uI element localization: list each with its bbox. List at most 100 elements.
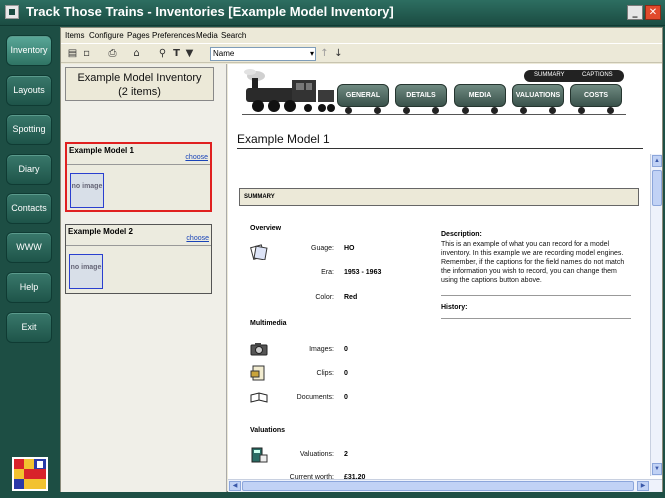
item-name: Example Model 1 — [69, 146, 134, 155]
list-item[interactable]: Example Model 2 choose no image — [65, 224, 212, 294]
divider — [66, 245, 211, 246]
home-icon[interactable]: ⌂ — [130, 47, 143, 60]
summary-captions-toggle[interactable]: SUMMARY CAPTIONS — [524, 70, 624, 82]
menu-bar: Items Configure Pages Preferences Media … — [61, 28, 662, 43]
tab-details[interactable]: DETAILS — [395, 84, 447, 107]
sort-asc-icon[interactable]: ↑ — [318, 47, 331, 60]
divider — [441, 295, 631, 296]
scroll-up-icon[interactable]: ▲ — [652, 155, 662, 167]
scroll-right-icon[interactable]: ▶ — [637, 481, 649, 491]
choose-link[interactable]: choose — [185, 154, 208, 161]
divider — [67, 164, 210, 165]
scroll-thumb[interactable] — [242, 481, 634, 491]
era-label: Era: — [321, 269, 334, 276]
detail-pane: SUMMARY CAPTIONS GENERAL DETAILS MEDIA V… — [228, 64, 662, 492]
color-value: Red — [344, 294, 358, 301]
menu-pages[interactable]: Pages — [127, 31, 150, 40]
menu-items[interactable]: Items — [65, 31, 85, 40]
nav-layouts-button[interactable]: Layouts — [6, 75, 52, 106]
scroll-down-icon[interactable]: ▼ — [652, 463, 662, 475]
main-frame: Items Configure Pages Preferences Media … — [60, 27, 663, 492]
sort-field-select[interactable]: Name ▾ — [210, 47, 316, 61]
valuations-value: 2 — [344, 451, 348, 458]
wheels-icon — [512, 107, 564, 114]
sort-field-value: Name — [213, 49, 235, 58]
images-value: 0 — [344, 346, 348, 353]
search-icon[interactable]: ⚲ — [156, 47, 169, 60]
tab-costs[interactable]: COSTS — [570, 84, 622, 107]
title-bar: Track Those Trains - Inventories [Exampl… — [0, 0, 665, 26]
wheels-icon — [395, 107, 447, 114]
item-name: Example Model 2 — [68, 227, 133, 236]
wheels-icon — [337, 107, 389, 114]
inventory-list-pane: Example Model Inventory (2 items) Exampl… — [61, 64, 227, 492]
overview-heading: Overview — [250, 225, 282, 232]
description-label: Description: — [441, 231, 482, 238]
nav-help-button[interactable]: Help — [6, 272, 52, 303]
wheels-icon — [570, 107, 622, 114]
list-item[interactable]: Example Model 1 choose no image — [65, 142, 212, 212]
nav-exit-button[interactable]: Exit — [6, 312, 52, 343]
tab-general[interactable]: GENERAL — [337, 84, 389, 107]
brand-logo-icon — [12, 457, 48, 491]
inventory-header: Example Model Inventory (2 items) — [65, 67, 214, 101]
multimedia-heading: Multimedia — [250, 320, 287, 327]
no-image-label: no image — [71, 183, 103, 190]
horizontal-scrollbar[interactable]: ◀ ▶ — [228, 479, 662, 492]
valuations-heading: Valuations — [250, 427, 286, 434]
clips-value: 0 — [344, 370, 348, 377]
minimize-button[interactable]: _ — [627, 5, 643, 20]
choose-link[interactable]: choose — [186, 235, 209, 242]
clips-label: Clips: — [316, 370, 334, 377]
no-image-label: no image — [70, 264, 102, 271]
window-title: Track Those Trains - Inventories [Exampl… — [26, 4, 394, 19]
guage-value: HO — [344, 245, 355, 252]
documents-label: Documents: — [296, 394, 334, 401]
left-nav: Inventory Layouts Spotting Diary Contact… — [0, 27, 60, 498]
item-title: Example Model 1 — [237, 132, 330, 146]
inventory-count: (2 items) — [118, 86, 161, 98]
save-icon[interactable]: ▫ — [80, 47, 93, 60]
guage-label: Guage: — [311, 245, 334, 252]
menu-search[interactable]: Search — [221, 31, 246, 40]
documents-value: 0 — [344, 394, 348, 401]
nav-contacts-button[interactable]: Contacts — [6, 193, 52, 224]
summary-header: SUMMARY — [239, 188, 639, 206]
color-label: Color: — [315, 294, 334, 301]
nav-inventory-button[interactable]: Inventory — [6, 35, 52, 66]
tab-media[interactable]: MEDIA — [454, 84, 506, 107]
history-label: History: — [441, 304, 468, 311]
locomotive-icon — [244, 69, 335, 112]
divider — [441, 318, 631, 319]
scroll-thumb[interactable] — [652, 170, 662, 206]
scroll-left-icon[interactable]: ◀ — [229, 481, 241, 491]
nav-www-button[interactable]: WWW — [6, 232, 52, 263]
menu-preferences[interactable]: Preferences — [152, 31, 195, 40]
tab-valuations[interactable]: VALUATIONS — [512, 84, 564, 107]
book-icon[interactable]: ▤ — [66, 47, 79, 60]
vertical-scrollbar[interactable]: ▲ ▼ — [650, 154, 662, 476]
print-icon[interactable]: ⎙ — [106, 47, 119, 60]
images-label: Images: — [309, 346, 334, 353]
text-icon[interactable]: T — [170, 47, 183, 60]
description-text: This is an example of what you can recor… — [441, 241, 625, 284]
era-value: 1953 - 1963 — [344, 269, 382, 276]
chevron-down-icon: ▾ — [309, 49, 314, 58]
app-icon — [5, 5, 19, 19]
nav-diary-button[interactable]: Diary — [6, 154, 52, 185]
close-button[interactable]: ✕ — [645, 5, 661, 20]
captions-toggle-label[interactable]: CAPTIONS — [582, 72, 613, 78]
item-thumbnail[interactable]: no image — [70, 173, 104, 208]
divider — [237, 148, 643, 149]
valuations-label: Valuations: — [299, 451, 334, 458]
filter-icon[interactable]: ▼ — [183, 47, 196, 60]
nav-spotting-button[interactable]: Spotting — [6, 114, 52, 145]
menu-media[interactable]: Media — [196, 31, 218, 40]
item-thumbnail[interactable]: no image — [69, 254, 103, 289]
toolbar: ▤ ▫ ⎙ ⌂ ⚲ T ▼ Name ▾ ↑ ↓ — [61, 43, 662, 63]
track-line — [242, 114, 626, 115]
menu-configure[interactable]: Configure — [89, 31, 124, 40]
wheels-icon — [454, 107, 506, 114]
summary-toggle-label[interactable]: SUMMARY — [534, 72, 565, 78]
sort-desc-icon[interactable]: ↓ — [332, 47, 345, 60]
